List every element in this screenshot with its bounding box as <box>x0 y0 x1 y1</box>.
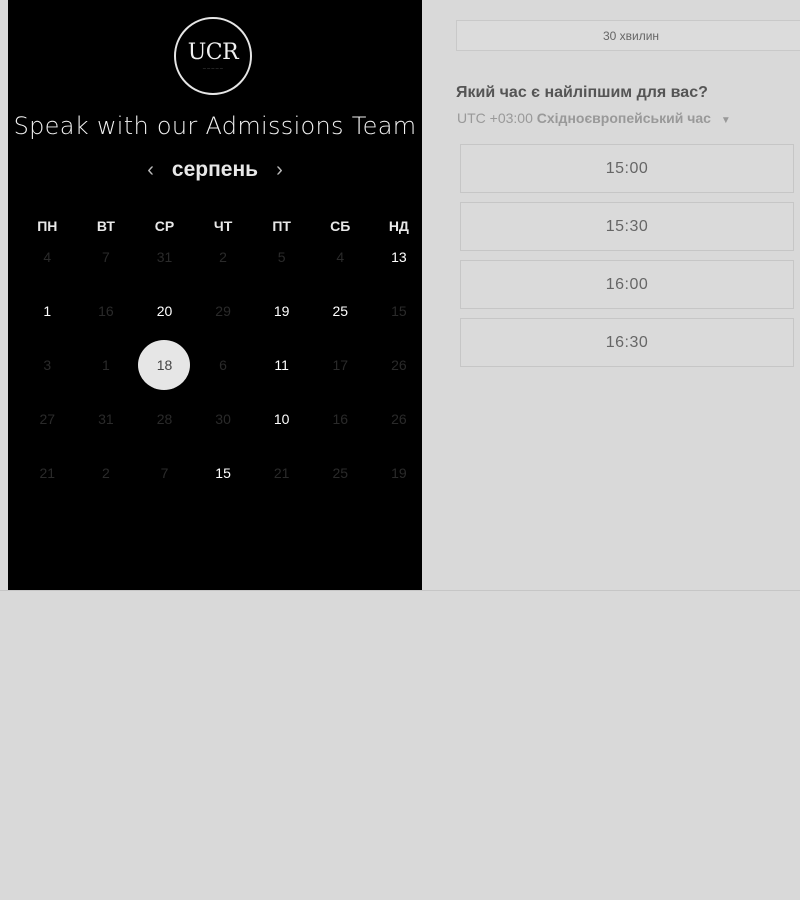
day-number: 4 <box>43 249 52 265</box>
available-day[interactable]: 11 <box>252 338 311 392</box>
next-month-icon[interactable]: › <box>276 160 283 180</box>
day-number: 15 <box>215 465 231 481</box>
available-day[interactable]: 15 <box>194 446 253 500</box>
unavailable-day: 5 <box>252 230 311 284</box>
unavailable-day: 19 <box>370 446 429 500</box>
day-number: 17 <box>332 357 349 373</box>
day-number: 26 <box>391 357 407 373</box>
unavailable-day: 17 <box>311 338 370 392</box>
day-number: 13 <box>391 249 407 265</box>
unavailable-day: 7 <box>77 230 136 284</box>
logo-subtext: — — — — — <box>202 66 224 70</box>
month-label: серпень <box>171 158 259 181</box>
timezone-offset: UTC +03:00 <box>457 110 533 126</box>
day-number: 21 <box>39 465 56 481</box>
day-number: 30 <box>215 411 231 427</box>
timezone-selector[interactable]: UTC +03:00 Східноєвропейський час ▼ <box>457 110 731 126</box>
day-number: 28 <box>156 411 173 427</box>
days-grid: 4 7 31 2 5 4 13 1 16 20 29 19 25 15 3 1 18 6 11 17 26 27 31 28 3… <box>18 230 428 500</box>
duration-field[interactable]: 30 хвилин <box>456 20 800 51</box>
day-number: 19 <box>391 465 407 481</box>
day-number: 7 <box>101 249 110 265</box>
caret-down-icon: ▼ <box>720 115 731 126</box>
unavailable-day: 2 <box>194 230 253 284</box>
unavailable-day: 27 <box>18 392 77 446</box>
available-day[interactable]: 20 <box>135 284 194 338</box>
time-slot-button[interactable]: 16:00 <box>460 260 794 309</box>
day-number: 10 <box>273 411 290 427</box>
day-number: 21 <box>273 465 290 481</box>
day-number: 15 <box>391 303 407 319</box>
available-day[interactable]: 1 <box>18 284 77 338</box>
unavailable-day: 26 <box>370 338 429 392</box>
unavailable-day: 29 <box>194 284 253 338</box>
logo-text: UCR <box>187 40 239 65</box>
booking-panel: 30 хвилин Який час є найліпшим для вас? … <box>422 0 800 590</box>
day-number: 16 <box>332 411 349 427</box>
day-number: 16 <box>98 303 114 319</box>
day-number: 26 <box>391 411 407 427</box>
day-number: 7 <box>160 465 169 481</box>
unavailable-day: 7 <box>135 446 194 500</box>
day-number: 3 <box>43 357 52 373</box>
unavailable-day: 16 <box>77 284 136 338</box>
time-slots: 15:00 15:30 16:00 16:30 <box>460 144 794 376</box>
unavailable-day: 4 <box>18 230 77 284</box>
unavailable-day: 28 <box>135 392 194 446</box>
month-navigation: ‹ серпень › <box>8 158 422 182</box>
unavailable-day: 4 <box>311 230 370 284</box>
day-number: 20 <box>156 303 173 319</box>
available-day[interactable]: 10 <box>252 392 311 446</box>
day-number: 25 <box>332 465 349 481</box>
unavailable-day: 25 <box>311 446 370 500</box>
unavailable-day: 15 <box>370 284 429 338</box>
calendar-title: Speak with our Admissions Team <box>13 112 417 140</box>
time-slot-button[interactable]: 16:30 <box>460 318 794 367</box>
day-number: 2 <box>101 465 110 481</box>
day-number: 31 <box>98 411 114 427</box>
unavailable-day: 21 <box>18 446 77 500</box>
available-day[interactable]: 25 <box>311 284 370 338</box>
selected-day[interactable]: 18 <box>135 338 194 392</box>
day-number: 6 <box>219 357 227 373</box>
unavailable-day: 2 <box>77 446 136 500</box>
day-number: 27 <box>39 411 56 427</box>
day-number: 4 <box>336 249 345 265</box>
time-question: Який час є найліпшим для вас? <box>456 84 708 101</box>
unavailable-day: 1 <box>77 338 136 392</box>
available-day[interactable]: 19 <box>252 284 311 338</box>
day-number: 29 <box>215 303 231 319</box>
unavailable-day: 16 <box>311 392 370 446</box>
calendar-panel: UCR — — — — — Speak with our Admissions … <box>8 0 422 590</box>
day-number: 5 <box>277 249 286 265</box>
day-number: 1 <box>101 357 110 373</box>
timezone-name: Східноєвропейський час <box>536 110 711 126</box>
unavailable-day: 21 <box>252 446 311 500</box>
time-slot-button[interactable]: 15:30 <box>460 202 794 251</box>
unavailable-day: 3 <box>18 338 77 392</box>
day-number: 19 <box>273 303 290 319</box>
unavailable-day: 31 <box>77 392 136 446</box>
unavailable-day: 31 <box>135 230 194 284</box>
time-slot-button[interactable]: 15:00 <box>460 144 794 193</box>
day-number: 31 <box>156 249 173 265</box>
prev-month-icon[interactable]: ‹ <box>147 160 154 180</box>
day-number: 11 <box>274 357 289 373</box>
unavailable-day: 6 <box>194 338 253 392</box>
unavailable-day: 30 <box>194 392 253 446</box>
day-number: 18 <box>138 340 191 390</box>
available-day[interactable]: 13 <box>370 230 429 284</box>
day-number: 2 <box>219 249 227 265</box>
unavailable-day: 26 <box>370 392 429 446</box>
day-number: 1 <box>43 303 52 319</box>
day-number: 25 <box>332 303 349 319</box>
ucr-logo: UCR — — — — — <box>174 17 252 95</box>
